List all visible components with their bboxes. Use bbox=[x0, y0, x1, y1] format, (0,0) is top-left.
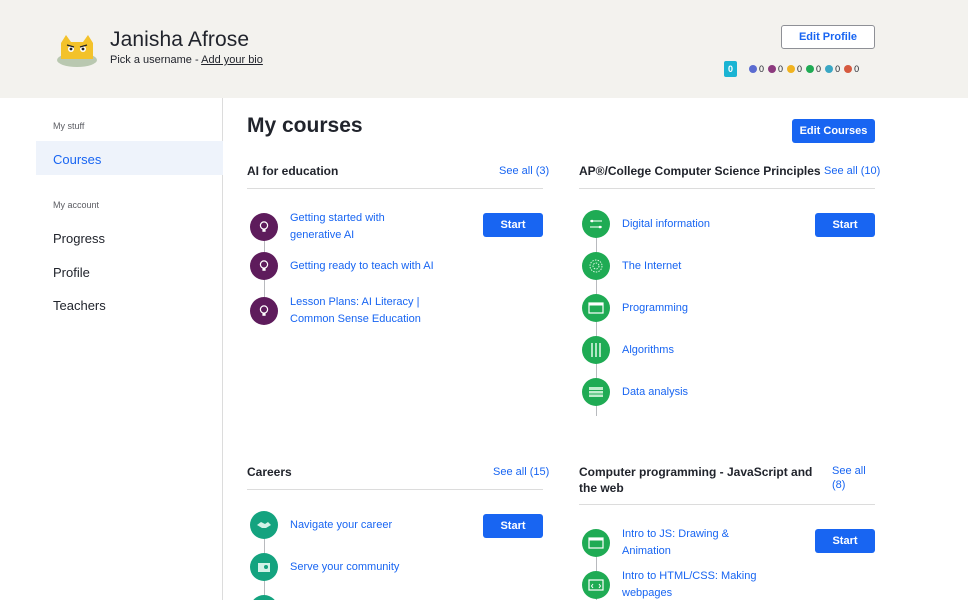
course-title-careers[interactable]: Careers bbox=[247, 464, 292, 480]
code-window-icon bbox=[582, 294, 610, 322]
unit-label[interactable]: Intro to HTML/CSS: Making webpages bbox=[622, 568, 772, 600]
see-all-ap-csp[interactable]: See all (10) bbox=[824, 164, 880, 178]
badge-black-hole[interactable]: 0 bbox=[825, 64, 840, 74]
algorithms-icon bbox=[582, 336, 610, 364]
unit-item[interactable]: The Internet bbox=[582, 252, 681, 280]
edit-courses-button[interactable]: Edit Courses bbox=[792, 119, 875, 143]
see-all-ai-for-education[interactable]: See all (3) bbox=[499, 164, 549, 178]
unit-label[interactable]: Serve your community bbox=[290, 559, 399, 576]
avatar[interactable] bbox=[55, 33, 99, 67]
add-bio-link[interactable]: Add your bio bbox=[201, 54, 263, 66]
js-drawing-icon bbox=[582, 529, 610, 557]
course-title-computer-programming[interactable]: Computer programming - JavaScript and th… bbox=[579, 464, 819, 496]
badge-count: 0 bbox=[759, 64, 765, 74]
badge-sun[interactable]: 0 bbox=[806, 64, 821, 74]
my-stuff-heading: My stuff bbox=[53, 121, 85, 131]
streak-count[interactable]: 0 bbox=[724, 61, 737, 77]
unit-label[interactable]: Getting started with generative AI bbox=[290, 210, 410, 244]
sidebar-item-teachers[interactable]: Teachers bbox=[53, 298, 106, 313]
profile-header: Janisha Afrose Pick a username - Add you… bbox=[0, 0, 968, 98]
unit-label[interactable]: The Internet bbox=[622, 258, 681, 275]
unit-item[interactable]: Getting started with generative AI bbox=[250, 210, 410, 244]
html-css-icon bbox=[582, 571, 610, 599]
internet-globe-icon bbox=[582, 252, 610, 280]
moon-badge-icon bbox=[768, 65, 777, 73]
course-title-ai-for-education[interactable]: AI for education bbox=[247, 163, 338, 179]
unit-item[interactable]: Serve your community bbox=[250, 553, 399, 581]
lightbulb-icon bbox=[250, 213, 278, 241]
badge-count: 0 bbox=[797, 64, 803, 74]
see-all-computer-programming[interactable]: See all (8) bbox=[832, 464, 868, 492]
black-hole-badge-icon bbox=[825, 65, 834, 73]
digital-information-icon bbox=[582, 210, 610, 238]
pick-username-text: Pick a username - bbox=[110, 54, 199, 66]
handshake-icon bbox=[250, 511, 278, 539]
badge-count: 0 bbox=[778, 64, 784, 74]
badge-challenge[interactable]: 0 bbox=[844, 64, 859, 74]
page-title: My courses bbox=[247, 114, 363, 137]
divider bbox=[247, 489, 543, 490]
badge-earth[interactable]: 0 bbox=[787, 64, 802, 74]
unit-label[interactable]: Data analysis bbox=[622, 384, 688, 401]
data-table-icon bbox=[582, 378, 610, 406]
see-all-careers[interactable]: See all (15) bbox=[493, 465, 549, 479]
start-button[interactable]: Start bbox=[815, 213, 875, 237]
lightbulb-icon bbox=[250, 297, 278, 325]
unit-item[interactable]: Intro to HTML/CSS: Making webpages bbox=[582, 568, 772, 600]
start-button[interactable]: Start bbox=[483, 213, 543, 237]
earth-badge-icon bbox=[787, 65, 796, 73]
unit-item[interactable]: Lesson Plans: AI Literacy | Common Sense… bbox=[250, 294, 430, 328]
divider bbox=[579, 504, 875, 505]
divider bbox=[247, 188, 543, 189]
badge-count: 0 bbox=[854, 64, 860, 74]
badge-counts: 0 0 0 0 0 0 0 bbox=[724, 61, 859, 77]
meteorite-badge-icon bbox=[749, 65, 757, 73]
sidebar-item-courses[interactable]: Courses bbox=[53, 152, 101, 167]
unit-item[interactable]: Getting ready to teach with AI bbox=[250, 252, 434, 280]
unit-label[interactable]: Intro to JS: Drawing & Animation bbox=[622, 526, 752, 560]
unit-item[interactable]: Algorithms bbox=[582, 336, 674, 364]
divider bbox=[579, 188, 875, 189]
unit-item[interactable]: Data analysis bbox=[582, 378, 688, 406]
unit-label[interactable]: Lesson Plans: AI Literacy | Common Sense… bbox=[290, 294, 430, 328]
course-title-ap-csp[interactable]: AP®︎/College Computer Science Principles bbox=[579, 163, 821, 179]
start-button[interactable]: Start bbox=[815, 529, 875, 553]
community-icon bbox=[250, 553, 278, 581]
badge-count: 0 bbox=[816, 64, 822, 74]
career-unit-icon bbox=[250, 595, 278, 600]
user-name: Janisha Afrose bbox=[110, 28, 250, 51]
unit-item[interactable]: Programming bbox=[582, 294, 688, 322]
badge-meteorite[interactable]: 0 bbox=[749, 64, 764, 74]
unit-label[interactable]: Getting ready to teach with AI bbox=[290, 258, 434, 275]
sidebar-item-profile[interactable]: Profile bbox=[53, 265, 90, 280]
lightbulb-icon bbox=[250, 252, 278, 280]
sidebar-item-progress[interactable]: Progress bbox=[53, 231, 105, 246]
unit-item[interactable]: Digital information bbox=[582, 210, 710, 238]
badge-count: 0 bbox=[835, 64, 841, 74]
my-account-heading: My account bbox=[53, 200, 100, 210]
unit-item bbox=[250, 595, 278, 600]
unit-item[interactable]: Intro to JS: Drawing & Animation bbox=[582, 526, 752, 560]
edit-profile-button[interactable]: Edit Profile bbox=[781, 25, 875, 49]
sun-badge-icon bbox=[806, 65, 815, 73]
challenge-badge-icon bbox=[844, 65, 853, 73]
badge-moon[interactable]: 0 bbox=[768, 64, 783, 74]
unit-item[interactable]: Navigate your career bbox=[250, 511, 392, 539]
start-button[interactable]: Start bbox=[483, 514, 543, 538]
unit-label[interactable]: Algorithms bbox=[622, 342, 674, 359]
unit-label[interactable]: Digital information bbox=[622, 216, 710, 233]
user-subtitle: Pick a username - Add your bio bbox=[110, 54, 263, 66]
unit-label[interactable]: Navigate your career bbox=[290, 517, 392, 534]
unit-label[interactable]: Programming bbox=[622, 300, 688, 317]
